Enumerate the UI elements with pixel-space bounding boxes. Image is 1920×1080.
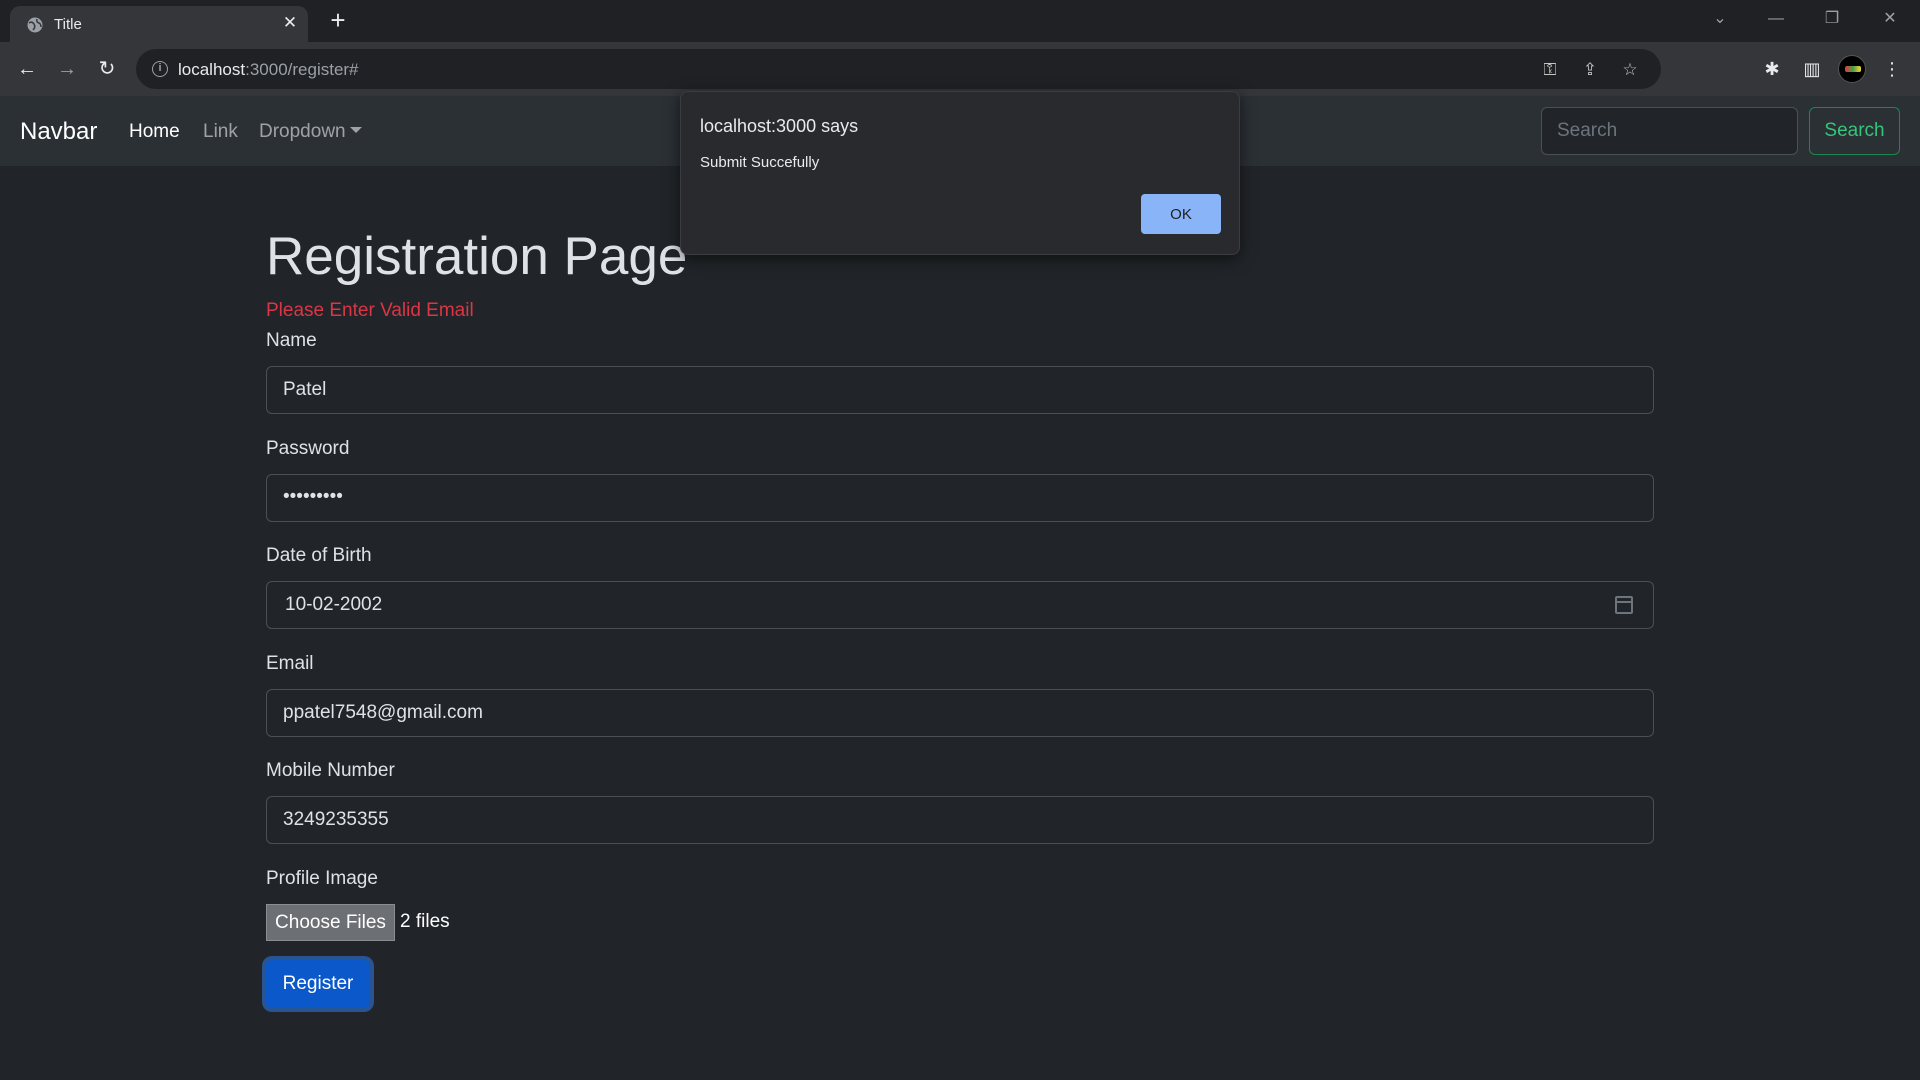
register-button[interactable]: Register [266,960,370,1008]
email-label: Email [266,653,314,674]
close-tab-icon[interactable]: ✕ [280,13,300,33]
browser-tab[interactable]: Title ✕ [10,6,308,42]
mobile-field[interactable]: 3249235355 [266,796,1654,844]
choose-files-button[interactable]: Choose Files [266,904,395,941]
name-value: Patel [283,379,327,400]
password-label: Password [266,438,350,459]
dob-value: 10-02-2002 [285,594,383,615]
navbar-brand[interactable]: Navbar [20,118,97,146]
mobile-label: Mobile Number [266,760,395,781]
dialog-ok-button[interactable]: OK [1141,194,1221,234]
reload-icon[interactable]: ↻ [93,55,121,83]
share-icon[interactable]: ⇪ [1580,60,1600,80]
new-tab-icon[interactable]: + [324,7,352,35]
name-label: Name [266,330,317,351]
browser-tabstrip: Title ✕ + ⌄ — ❐ ✕ [0,0,1920,42]
back-icon[interactable]: ← [13,55,41,83]
minimize-icon[interactable]: — [1754,4,1798,34]
nav-dropdown[interactable]: Dropdown [259,121,362,143]
window-close-icon[interactable]: ✕ [1868,4,1912,34]
calendar-icon[interactable] [1615,596,1633,614]
email-field[interactable]: ppatel7548@gmail.com [266,689,1654,737]
alert-dialog: localhost:3000 says Submit Succefully OK [680,91,1240,255]
password-field[interactable]: ••••••••• [266,474,1654,522]
files-selected-text: 2 files [400,911,450,932]
dialog-title: localhost:3000 says [700,116,859,136]
site-info-icon[interactable]: i [152,61,168,77]
restore-icon[interactable]: ❐ [1810,4,1854,34]
key-icon[interactable]: ⚿ [1540,60,1560,80]
caret-down-icon [349,127,362,133]
navbar-search-button[interactable]: Search [1809,107,1900,155]
navbar-search-input[interactable] [1541,107,1798,155]
password-value: ••••••••• [283,486,343,507]
dialog-message: Submit Succefully [700,154,820,171]
page-title: Registration Page [266,227,688,286]
forward-icon[interactable]: → [53,55,81,83]
side-panel-icon[interactable]: ▥ [1800,57,1824,81]
dob-label: Date of Birth [266,545,372,566]
nav-link-link[interactable]: Link [203,121,238,143]
email-error-message: Please Enter Valid Email [266,300,474,321]
nav-link-home[interactable]: Home [129,121,180,143]
dob-field[interactable]: 10-02-2002 [266,581,1654,629]
browser-toolbar: ← → ↻ i localhost:3000/register# ⚿ ⇪ ☆ ✱… [0,42,1920,96]
name-field[interactable]: Patel [266,366,1654,414]
profile-avatar[interactable] [1838,55,1866,83]
extensions-icon[interactable]: ✱ [1760,57,1784,81]
profile-image-label: Profile Image [266,868,378,889]
bookmark-star-icon[interactable]: ☆ [1620,60,1640,80]
globe-icon [27,17,43,33]
tab-search-icon[interactable]: ⌄ [1698,4,1742,34]
nav-dropdown-label: Dropdown [259,121,346,142]
tab-title: Title [54,16,82,33]
address-bar[interactable]: i localhost:3000/register# ⚿ ⇪ ☆ [136,49,1661,89]
email-value: ppatel7548@gmail.com [283,702,483,723]
mobile-value: 3249235355 [283,809,389,830]
menu-kebab-icon[interactable]: ⋮ [1880,57,1904,81]
url-text: localhost:3000/register# [178,60,359,79]
